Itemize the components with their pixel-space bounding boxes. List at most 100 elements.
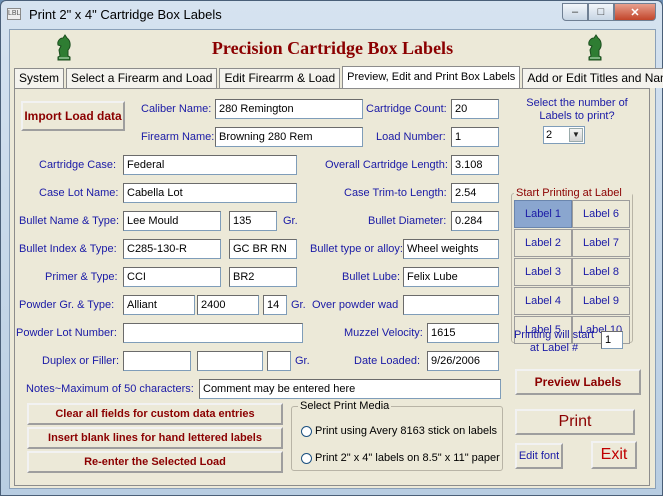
label-cell-2[interactable]: Label 2 <box>514 229 572 257</box>
import-load-button[interactable]: Import Load data <box>21 101 125 131</box>
label-cell-1[interactable]: Label 1 <box>514 200 572 228</box>
paper-radio[interactable] <box>301 453 312 464</box>
label-cell-6[interactable]: Label 6 <box>572 200 630 228</box>
print-media-title: Select Print Media <box>298 400 392 412</box>
bullet-index-label: Bullet Index & Type: <box>19 243 117 255</box>
preview-labels-button[interactable]: Preview Labels <box>515 369 641 395</box>
case-lot-label: Case Lot Name: <box>39 187 119 199</box>
powder-grain-unit: Gr. <box>291 299 306 311</box>
avery-option-label[interactable]: Print using Avery 8163 stick on labels <box>315 425 497 437</box>
muzzle-velocity-field[interactable]: 1615 <box>427 323 499 343</box>
window-title: Print 2" x 4" Cartridge Box Labels <box>29 7 222 22</box>
maximize-icon: □ <box>597 6 605 18</box>
exit-button[interactable]: Exit <box>591 441 637 469</box>
powder-lot-label: Powder Lot Number: <box>16 327 117 339</box>
bullet-index-field[interactable]: C285-130-R <box>123 239 221 259</box>
tab-titles-names[interactable]: Add or Edit Titles and Names <box>522 68 663 88</box>
tab-preview-print[interactable]: Preview, Edit and Print Box Labels <box>342 66 521 88</box>
load-number-field[interactable]: 1 <box>451 127 499 147</box>
bullet-grain-unit: Gr. <box>283 215 298 227</box>
bullet-diameter-label: Bullet Diameter: <box>368 215 447 227</box>
bullet-alloy-field[interactable]: Wheel weights <box>403 239 499 259</box>
print-button[interactable]: Print <box>515 409 635 435</box>
chevron-down-icon[interactable]: ▼ <box>569 128 583 142</box>
overall-length-label: Overall Cartridge Length: <box>325 159 448 171</box>
primer-field[interactable]: CCI <box>123 267 221 287</box>
date-loaded-field[interactable]: 9/26/2006 <box>427 351 499 371</box>
cartridge-count-field[interactable]: 20 <box>451 99 499 119</box>
duplex-field-2[interactable] <box>197 351 263 371</box>
app-icon: LBL <box>7 8 21 20</box>
duplex-label: Duplex or Filler: <box>42 355 120 367</box>
close-button[interactable]: ✕ <box>614 3 656 21</box>
avery-radio[interactable] <box>301 426 312 437</box>
cartridge-count-label: Cartridge Count: <box>366 103 447 115</box>
tab-edit-firearm[interactable]: Edit Firearrm & Load <box>219 68 341 88</box>
minimize-button[interactable]: – <box>562 3 588 21</box>
over-powder-wad-label: Over powder wad <box>312 299 399 311</box>
bullet-alloy-label: Bullet type or alloy: <box>310 243 403 255</box>
tab-system[interactable]: System <box>14 68 65 88</box>
chess-knight-icon <box>588 34 602 61</box>
notes-field[interactable]: Comment may be entered here <box>199 379 501 399</box>
paper-option-label[interactable]: Print 2" x 4" labels on 8.5" x 11" paper <box>315 452 500 464</box>
overall-length-field[interactable]: 3.108 <box>451 155 499 175</box>
bullet-diameter-field[interactable]: 0.284 <box>451 211 499 231</box>
load-number-label: Load Number: <box>376 131 446 143</box>
date-loaded-label: Date Loaded: <box>354 355 421 367</box>
powder-label: Powder Gr. & Type: <box>19 299 115 311</box>
minimize-icon: – <box>571 6 579 18</box>
app-window: LBL Print 2" x 4" Cartridge Box Labels –… <box>0 0 663 496</box>
insert-blank-lines-button[interactable]: Insert blank lines for hand lettered lab… <box>27 427 283 449</box>
bullet-lube-label: Bullet Lube: <box>342 271 401 283</box>
labels-count-value: 2 <box>546 129 553 141</box>
print-media-group: Select Print Media Print using Avery 816… <box>291 400 503 471</box>
bullet-type-field[interactable]: GC BR RN <box>229 239 297 259</box>
primer-label: Primer & Type: <box>45 271 118 283</box>
powder-brand-field[interactable]: Alliant <box>123 295 195 315</box>
powder-lot-field[interactable] <box>123 323 303 343</box>
case-trim-field[interactable]: 2.54 <box>451 183 499 203</box>
over-powder-wad-field[interactable] <box>403 295 499 315</box>
duplex-field-3[interactable] <box>267 351 291 371</box>
label-cell-8[interactable]: Label 8 <box>572 258 630 286</box>
maximize-button[interactable]: □ <box>588 3 614 21</box>
duplex-field-1[interactable] <box>123 351 191 371</box>
form-client-area: Precision Cartridge Box Labels System Se… <box>9 29 663 489</box>
close-icon: ✕ <box>630 6 640 19</box>
notes-label: Notes~Maximum of 50 characters: <box>26 383 194 395</box>
firearm-name-field[interactable]: Browning 280 Rem <box>215 127 363 147</box>
label-cell-9[interactable]: Label 9 <box>572 287 630 315</box>
labels-count-select[interactable]: 2 ▼ <box>543 126 585 144</box>
label-cell-7[interactable]: Label 7 <box>572 229 630 257</box>
bullet-name-field[interactable]: Lee Mould <box>123 211 221 231</box>
cartridge-case-label: Cartridge Case: <box>39 159 117 171</box>
labels-to-print-label: Select the number of Labels to print? <box>526 97 628 122</box>
duplex-grain-unit: Gr. <box>295 355 310 367</box>
bullet-weight-field[interactable]: 135 <box>229 211 277 231</box>
caliber-name-field[interactable]: 280 Remington <box>215 99 363 119</box>
page-title: Precision Cartridge Box Labels <box>211 38 454 58</box>
caliber-name-label: Caliber Name: <box>141 103 212 115</box>
will-start-field[interactable]: 1 <box>601 331 623 349</box>
edit-font-button[interactable]: Edit font <box>515 443 563 469</box>
label-cell-3[interactable]: Label 3 <box>514 258 572 286</box>
tab-select-firearm[interactable]: Select a Firearm and Load <box>66 68 218 88</box>
bullet-lube-field[interactable]: Felix Lube <box>403 267 499 287</box>
start-printing-group: Start Printing at Label # Label 1 Label … <box>511 187 633 344</box>
label-cell-4[interactable]: Label 4 <box>514 287 572 315</box>
primer-type-field[interactable]: BR2 <box>229 267 297 287</box>
reenter-load-button[interactable]: Re-enter the Selected Load <box>27 451 283 473</box>
tab-panel: Import Load data Caliber Name: 280 Remin… <box>14 88 650 486</box>
title-bar[interactable]: LBL Print 2" x 4" Cartridge Box Labels –… <box>1 1 662 29</box>
powder-grains-field[interactable]: 14 <box>263 295 287 315</box>
firearm-name-label: Firearm Name: <box>141 131 215 143</box>
case-lot-field[interactable]: Cabella Lot <box>123 183 297 203</box>
bullet-name-label: Bullet Name & Type: <box>19 215 120 227</box>
clear-fields-button[interactable]: Clear all fields for custom data entries <box>27 403 283 425</box>
cartridge-case-field[interactable]: Federal <box>123 155 297 175</box>
case-trim-label: Case Trim-to Length: <box>344 187 447 199</box>
tab-strip: System Select a Firearm and Load Edit Fi… <box>14 66 663 88</box>
muzzle-velocity-label: Muzzel Velocity: <box>344 327 423 339</box>
powder-type-field[interactable]: 2400 <box>197 295 259 315</box>
